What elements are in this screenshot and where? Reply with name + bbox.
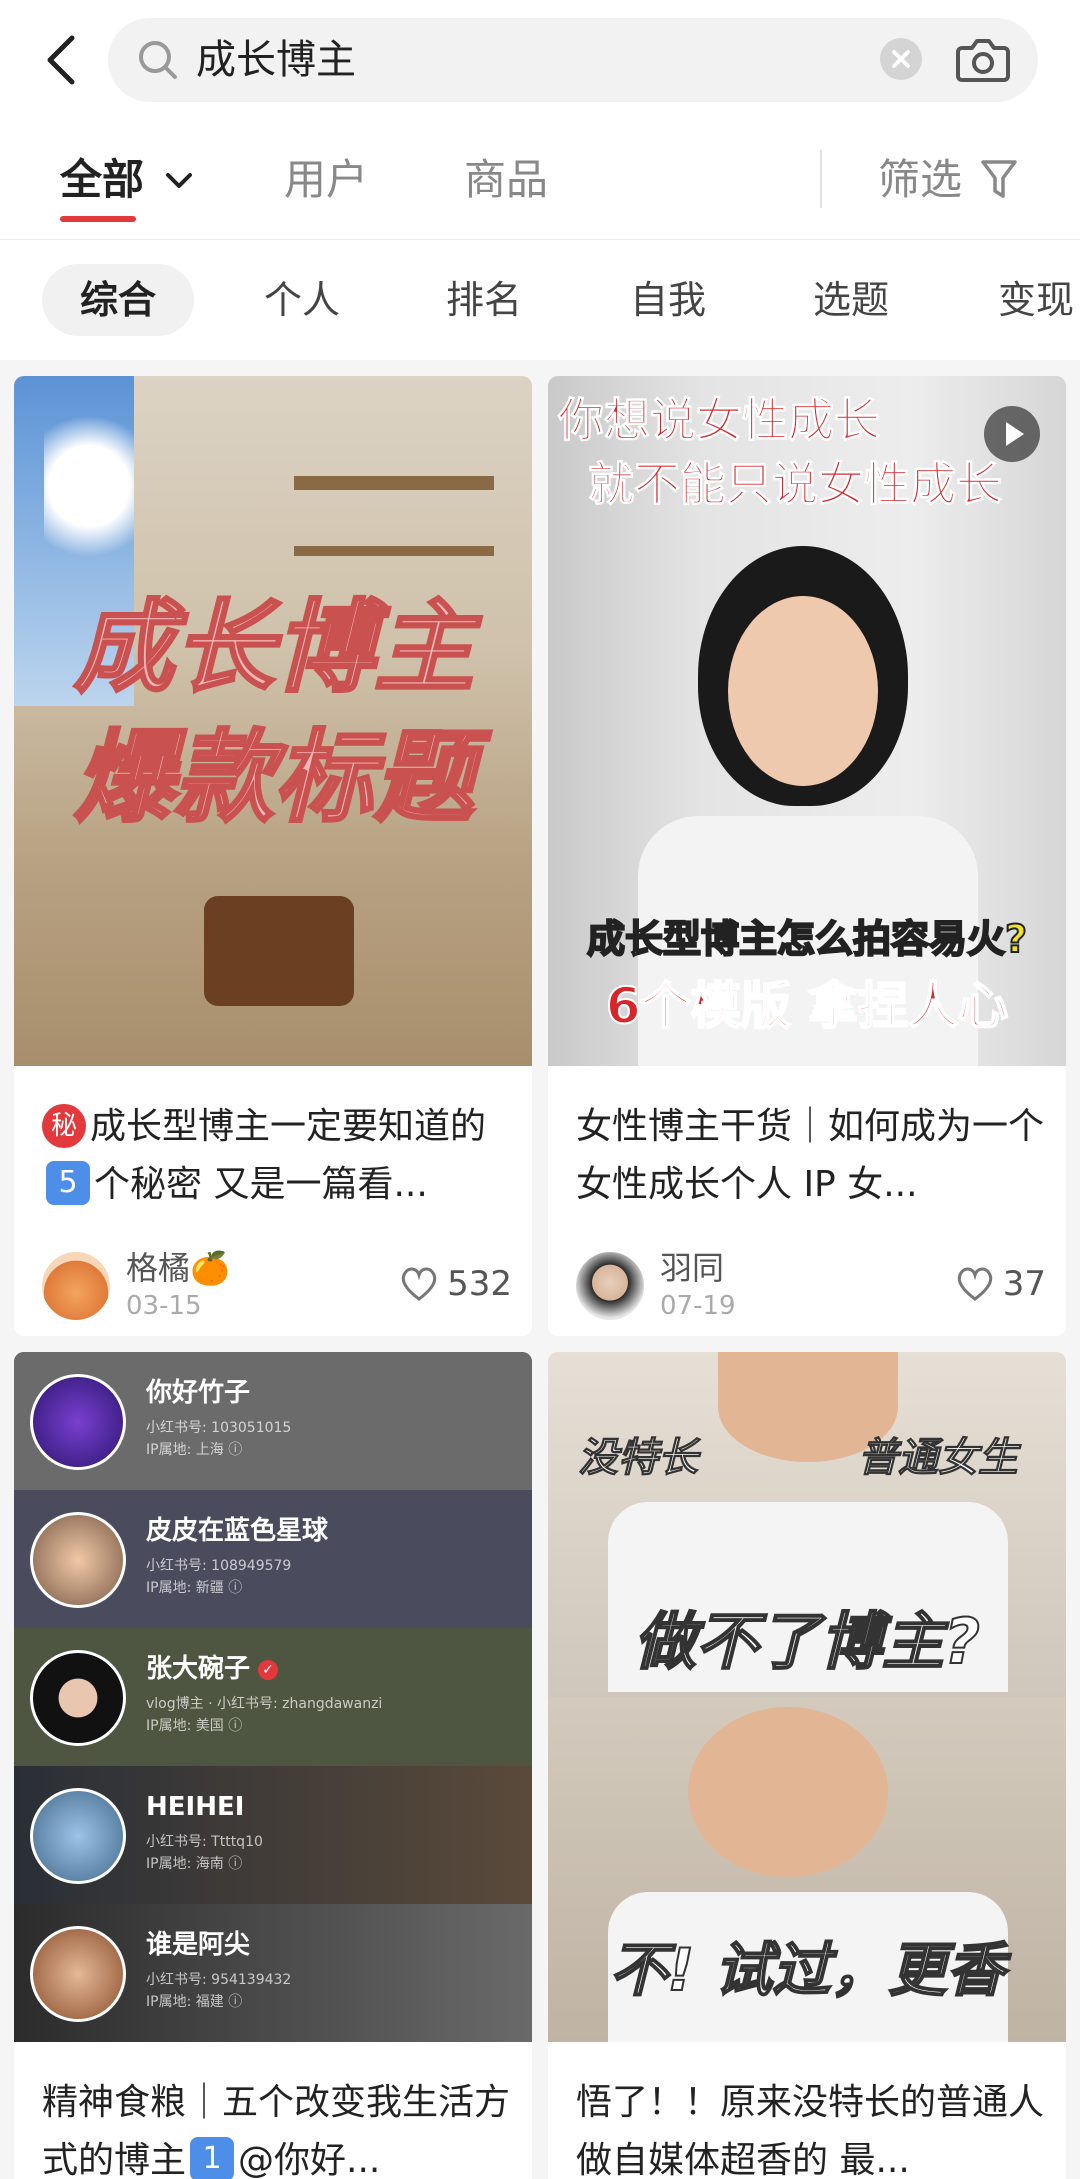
list-item: 你好竹子 小红书号: 103051015 IP属地: 上海 ⓘ (14, 1352, 532, 1490)
list-name: 谁是阿尖 (146, 1930, 251, 1960)
back-arrow-icon[interactable] (38, 30, 88, 90)
filter-button[interactable]: 筛选 (878, 152, 962, 208)
list-meta: 小红书号: 954139432 (146, 1972, 292, 1988)
note-card[interactable]: 成长博主 爆款标题 秘成长型博主一定要知道的5 个秘密 又是一篇看... 格橘🍊 … (14, 376, 532, 1336)
verified-icon: ✓ (258, 1660, 279, 1680)
avatar (30, 1512, 126, 1608)
cover-headline: 做不了博主? (633, 1604, 981, 1679)
results-feed: 成长博主 爆款标题 秘成长型博主一定要知道的5 个秘密 又是一篇看... 格橘🍊 … (0, 360, 1080, 2179)
chip-self[interactable]: 自我 (592, 264, 744, 336)
note-title-text-2: 个秘密 又是一篇看... (94, 1164, 428, 1205)
avatar[interactable] (42, 1252, 110, 1320)
list-item: 张大碗子 ✓ vlog博主 · 小红书号: zhangdawanzi IP属地: … (14, 1628, 532, 1766)
avatar (30, 1788, 126, 1884)
heart-icon (957, 1267, 992, 1301)
avatar (30, 1650, 126, 1746)
chip-personal[interactable]: 个人 (226, 264, 378, 336)
close-icon (892, 50, 910, 68)
list-meta: 小红书号: 108949579 (146, 1558, 292, 1574)
clear-search-button[interactable] (880, 38, 922, 80)
camera-icon[interactable] (956, 34, 1010, 84)
list-item: 谁是阿尖 小红书号: 954139432 IP属地: 福建 ⓘ (14, 1904, 532, 2042)
list-meta: vlog博主 · 小红书号: zhangdawanzi (146, 1696, 383, 1712)
tab-users[interactable]: 用户 (284, 152, 368, 208)
list-item: HEIHEI 小红书号: Ttttq10 IP属地: 海南 ⓘ (14, 1766, 532, 1904)
like-count: 532 (447, 1264, 512, 1304)
avatar (30, 1926, 126, 2022)
cover-tag-right: 普通女生 (858, 1435, 1019, 1482)
search-bar-row: 成长博主 (0, 0, 1080, 120)
chip-monetize[interactable]: 变现 (960, 264, 1080, 336)
list-meta-ip: IP属地: 福建 ⓘ (146, 1994, 243, 2010)
heart-icon (401, 1267, 437, 1301)
chevron-down-icon[interactable] (164, 170, 194, 192)
note-card[interactable]: 没特长 普通女生 做不了博主? 不! 试过，更香 悟了！！原来没特长的普通人做自… (548, 1352, 1066, 2179)
author-name[interactable]: 羽同 (660, 1248, 724, 1288)
avatar[interactable] (576, 1252, 644, 1320)
note-cover-image: 你好竹子 小红书号: 103051015 IP属地: 上海 ⓘ 皮皮在蓝色星球 … (14, 1352, 532, 2042)
search-icon (139, 41, 177, 79)
list-meta-ip: IP属地: 海南 ⓘ (146, 1856, 243, 1872)
active-tab-indicator (60, 216, 136, 222)
list-name: 张大碗子 ✓ (146, 1652, 279, 1686)
avatar (30, 1374, 126, 1470)
result-type-tabs: 全部 用户 商品 筛选 (0, 120, 1080, 240)
cover-headline-line-1: 你想说女性成长 (558, 393, 881, 448)
number-badge-icon: 5 (46, 1161, 90, 1205)
cover-subline-1: 成长型博主怎么拍容易火? (586, 916, 1028, 962)
secret-badge-icon: 秘 (42, 1104, 86, 1148)
note-title-text: 成长型博主一定要知道的 (90, 1106, 487, 1147)
post-date: 07-19 (660, 1291, 736, 1321)
author-name[interactable]: 格橘🍊 (126, 1248, 230, 1288)
sort-chips: 综合 个人 排名 自我 选题 变现 (0, 240, 1080, 360)
list-meta-ip: IP属地: 上海 ⓘ (146, 1442, 243, 1458)
list-name-text: 张大碗子 (146, 1654, 251, 1684)
like-button[interactable]: 532 (399, 1262, 512, 1306)
like-button[interactable]: 37 (955, 1262, 1046, 1306)
list-item: 皮皮在蓝色星球 小红书号: 108949579 IP属地: 新疆 ⓘ (14, 1490, 532, 1628)
note-title: 精神食粮｜五个改变我生活方式的博主 1 @你好... (42, 2074, 512, 2179)
note-cover-video: 你想说女性成长 就不能只说女性成长 成长型博主怎么拍容易火? 6个模版 拿捏人心 (548, 376, 1066, 1066)
tab-products[interactable]: 商品 (464, 152, 548, 208)
note-cover-image: 成长博主 爆款标题 (14, 376, 532, 1066)
list-meta: 小红书号: Ttttq10 (146, 1834, 263, 1850)
cover-headline-line-2: 爆款标题 (73, 718, 476, 838)
post-date: 03-15 (126, 1291, 202, 1321)
list-meta-ip: IP属地: 新疆 ⓘ (146, 1580, 243, 1596)
list-meta: 小红书号: 103051015 (146, 1420, 292, 1436)
like-count: 37 (1002, 1264, 1046, 1304)
list-name: 你好竹子 (146, 1378, 251, 1408)
note-card[interactable]: 你好竹子 小红书号: 103051015 IP属地: 上海 ⓘ 皮皮在蓝色星球 … (14, 1352, 532, 2179)
note-title: 女性博主干货｜如何成为一个女性成长个人 IP 女... (576, 1106, 1045, 1205)
cover-subline: 不! 试过，更香 (609, 1935, 1006, 2005)
cover-subline-2: 6个模版 拿捏人心 (605, 976, 1009, 1036)
chip-comprehensive[interactable]: 综合 (42, 264, 194, 336)
list-meta-ip: IP属地: 美国 ⓘ (146, 1718, 243, 1734)
number-badge-icon: 1 (190, 2137, 235, 2179)
cover-headline-line-1: 成长博主 (73, 588, 476, 708)
cover-tag-left: 没特长 (578, 1435, 699, 1482)
note-title: 悟了！！原来没特长的普通人做自媒体超香的 最... (576, 2082, 1045, 2179)
tab-divider (820, 150, 822, 208)
note-author-row: 格橘🍊 03-15 532 (42, 1246, 512, 1324)
note-title-text-2: @你好... (238, 2140, 381, 2179)
cover-headline-line-2: 就不能只说女性成长 (588, 457, 1003, 512)
note-title: 秘成长型博主一定要知道的5 个秘密 又是一篇看... (42, 1098, 512, 1214)
filter-icon[interactable] (980, 158, 1018, 202)
note-author-row: 羽同 07-19 37 (576, 1246, 1046, 1324)
chip-ranking[interactable]: 排名 (408, 264, 560, 336)
note-card[interactable]: 你想说女性成长 就不能只说女性成长 成长型博主怎么拍容易火? 6个模版 拿捏人心… (548, 376, 1066, 1336)
tab-all[interactable]: 全部 (60, 152, 144, 208)
search-query-text: 成长博主 (196, 37, 356, 83)
list-name: HEIHEI (146, 1792, 245, 1822)
search-input[interactable]: 成长博主 (108, 18, 1038, 102)
list-name: 皮皮在蓝色星球 (146, 1516, 329, 1546)
note-cover-image: 没特长 普通女生 做不了博主? 不! 试过，更香 (548, 1352, 1066, 2042)
chip-topic[interactable]: 选题 (775, 264, 927, 336)
